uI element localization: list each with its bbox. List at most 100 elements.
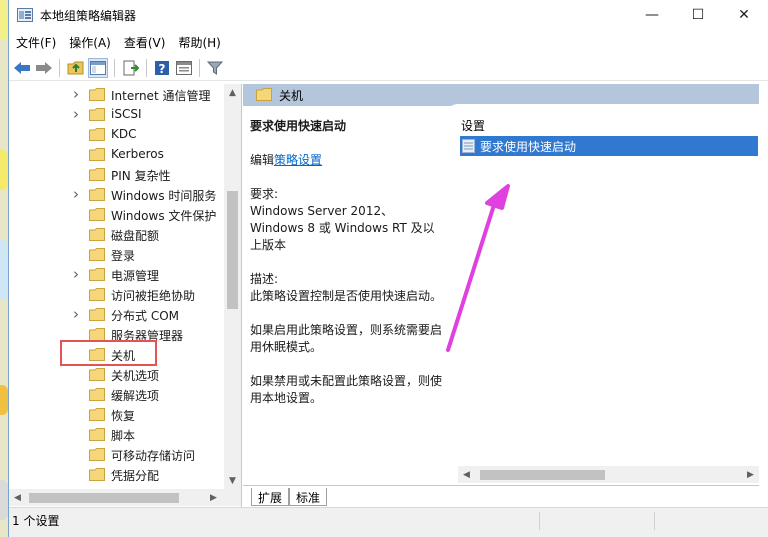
help-button[interactable]: ? xyxy=(152,58,172,78)
tree-item[interactable]: › 分布式 COM xyxy=(9,305,224,325)
requirements-label: 要求: xyxy=(250,187,279,201)
folder-icon xyxy=(89,208,105,221)
forward-arrow-icon xyxy=(36,62,52,74)
tree-item-label: 电源管理 xyxy=(111,269,160,283)
tree-item[interactable]: Kerberos xyxy=(9,145,224,165)
tree-scroll-thumb[interactable] xyxy=(227,191,238,309)
scroll-left-arrow-icon[interactable]: ◀ xyxy=(9,489,26,506)
tree-item[interactable]: PIN 复杂性 xyxy=(9,165,224,185)
tree-item[interactable]: 访问被拒绝协助 xyxy=(9,285,224,305)
tree-item[interactable]: Windows 文件保护 xyxy=(9,205,224,225)
settings-horizontal-scrollbar[interactable]: ◀ ▶ xyxy=(458,466,759,483)
menu-help[interactable]: 帮助(H) xyxy=(171,32,226,54)
policy-setting-title: 要求使用快速启动 xyxy=(250,119,347,133)
tree-item-label: Windows 文件保护 xyxy=(111,209,217,223)
expand-chevron-icon[interactable]: › xyxy=(73,265,83,283)
tree-item-label: 登录 xyxy=(111,249,136,263)
tree-item[interactable]: › iSCSI xyxy=(9,105,224,125)
tree-item-label: iSCSI xyxy=(111,107,142,121)
tree-item[interactable]: › 电源管理 xyxy=(9,265,224,285)
up-folder-icon xyxy=(67,61,84,75)
folder-icon xyxy=(89,468,105,481)
minimize-button[interactable]: — xyxy=(629,0,675,30)
enabled-explanation: 如果启用此策略设置，则系统需要启用休眠模式。 xyxy=(250,323,443,354)
forward-button[interactable] xyxy=(34,58,54,78)
back-arrow-icon xyxy=(14,62,30,74)
maximize-icon: ☐ xyxy=(691,7,705,23)
description-label: 描述: xyxy=(250,272,279,286)
menu-action[interactable]: 操作(A) xyxy=(62,32,117,54)
properties-button[interactable] xyxy=(174,58,194,78)
back-button[interactable] xyxy=(12,58,32,78)
desktop-background xyxy=(0,0,8,537)
tree-item[interactable]: 登录 xyxy=(9,245,224,265)
menu-file[interactable]: 文件(F) xyxy=(9,32,62,54)
scroll-right-arrow-icon[interactable]: ▶ xyxy=(742,466,759,483)
tree-item-label: 凭据分配 xyxy=(111,469,160,483)
settings-list-item[interactable]: 要求使用快速启动 xyxy=(460,136,758,156)
folder-icon xyxy=(89,128,105,141)
folder-icon xyxy=(89,168,105,181)
scroll-right-arrow-icon[interactable]: ▶ xyxy=(205,489,222,506)
filter-icon xyxy=(207,61,223,75)
minimize-icon: — xyxy=(645,7,659,23)
export-list-icon xyxy=(123,60,139,76)
tree-item[interactable]: › Internet 通信管理 xyxy=(9,85,224,105)
tree-item[interactable]: 缓解选项 xyxy=(9,385,224,405)
tree-item[interactable]: 磁盘配额 xyxy=(9,225,224,245)
policy-description: 要求使用快速启动 编辑策略设置 要求: Windows Server 2012、W… xyxy=(250,118,446,424)
settings-hscroll-thumb[interactable] xyxy=(480,470,605,480)
folder-icon xyxy=(89,148,105,161)
close-button[interactable]: ✕ xyxy=(721,0,767,30)
filter-button[interactable] xyxy=(205,58,225,78)
status-bar: 1 个设置 xyxy=(9,507,768,537)
expand-chevron-icon[interactable]: › xyxy=(73,105,83,123)
scroll-down-arrow-icon[interactable]: ▼ xyxy=(224,472,241,489)
tree-horizontal-scrollbar[interactable]: ◀ ▶ xyxy=(9,489,241,506)
settings-column-header[interactable]: 设置 xyxy=(461,117,485,134)
window-title: 本地组策略编辑器 xyxy=(40,9,137,23)
tree-item[interactable]: 凭据分配 xyxy=(9,465,224,485)
tree-item-label: Internet 通信管理 xyxy=(111,89,211,103)
scroll-up-arrow-icon[interactable]: ▲ xyxy=(224,84,241,101)
title-bar: 本地组策略编辑器 — ☐ ✕ xyxy=(9,0,768,30)
tree-item[interactable]: 关机选项 xyxy=(9,365,224,385)
annotation-highlight-box xyxy=(60,340,157,366)
tree-item[interactable]: 恢复 xyxy=(9,405,224,425)
tree-item-label: 关机选项 xyxy=(111,369,160,383)
folder-icon xyxy=(89,248,105,261)
settings-list-item-label: 要求使用快速启动 xyxy=(480,140,577,154)
expand-chevron-icon[interactable]: › xyxy=(73,305,83,323)
tree-item-label: KDC xyxy=(111,127,137,141)
maximize-button[interactable]: ☐ xyxy=(675,0,721,30)
tab-standard[interactable]: 标准 xyxy=(289,488,328,506)
toolbar-separator xyxy=(199,59,200,77)
menu-view[interactable]: 查看(V) xyxy=(117,32,172,54)
tree-item[interactable]: KDC xyxy=(9,125,224,145)
folder-icon xyxy=(89,368,105,381)
svg-text:?: ? xyxy=(159,62,166,76)
show-hide-tree-button[interactable] xyxy=(88,58,108,78)
folder-icon xyxy=(89,408,105,421)
status-text: 1 个设置 xyxy=(12,514,60,528)
requirements-block: 要求: Windows Server 2012、Windows 8 或 Windo… xyxy=(250,186,446,254)
tree-item[interactable]: 可移动存储访问 xyxy=(9,445,224,465)
tree-item[interactable]: 脚本 xyxy=(9,425,224,445)
up-button[interactable] xyxy=(66,58,86,78)
export-list-button[interactable] xyxy=(121,58,141,78)
folder-icon xyxy=(89,288,105,301)
tree-item[interactable]: › Windows 时间服务 xyxy=(9,185,224,205)
scroll-left-arrow-icon[interactable]: ◀ xyxy=(458,466,475,483)
folder-icon xyxy=(89,268,105,281)
tree-vertical-scrollbar[interactable]: ▲ ▼ xyxy=(224,84,241,489)
toolbar: ? xyxy=(9,55,768,81)
tree-item-label: 磁盘配额 xyxy=(111,229,160,243)
tree-item-label: 脚本 xyxy=(111,429,136,443)
edit-policy-link[interactable]: 策略设置 xyxy=(274,153,322,167)
expand-chevron-icon[interactable]: › xyxy=(73,185,83,203)
tree-hscroll-thumb[interactable] xyxy=(29,493,179,503)
group-policy-editor-window: 本地组策略编辑器 — ☐ ✕ 文件(F) 操作(A) 查看(V) 帮助(H) ?… xyxy=(8,0,768,537)
expand-chevron-icon[interactable]: › xyxy=(73,85,83,103)
tab-extended[interactable]: 扩展 xyxy=(251,488,290,506)
menu-bar: 文件(F) 操作(A) 查看(V) 帮助(H) xyxy=(9,32,768,54)
